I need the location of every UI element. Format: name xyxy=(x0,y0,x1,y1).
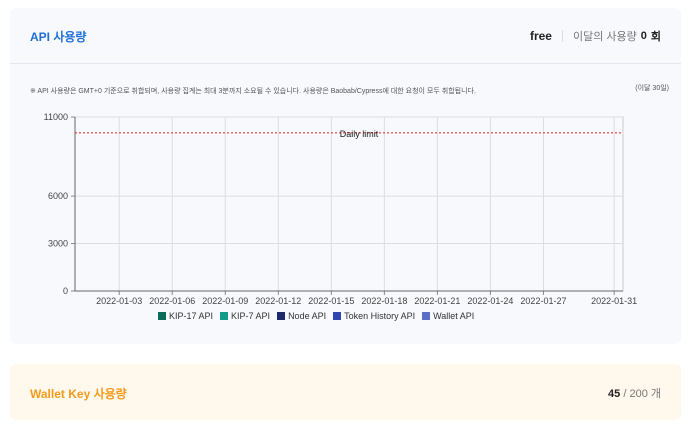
wallet-key-title: Wallet Key 사용량 xyxy=(30,387,127,401)
y-tick-label: 6000 xyxy=(48,191,68,201)
legend-swatch xyxy=(277,312,286,320)
chart-legend: KIP-17 API KIP-7 API Node API Token History… xyxy=(158,311,474,321)
legend-label: KIP-17 API xyxy=(169,311,214,321)
x-tick-label: 2022-01-27 xyxy=(520,296,566,306)
y-tick-label: 0 xyxy=(63,286,68,296)
legend-item[interactable]: Node API xyxy=(277,311,326,321)
wallet-key-used: 45 xyxy=(608,388,621,400)
x-tick-label: 2022-01-24 xyxy=(467,296,513,306)
legend-item[interactable]: Token History API xyxy=(333,311,415,321)
legend-label: Token History API xyxy=(344,311,416,321)
x-tick-label: 2022-01-21 xyxy=(414,296,460,306)
x-tick-label: 2022-01-03 xyxy=(96,296,142,306)
daily-limit-label: Daily limit xyxy=(340,129,379,139)
x-tick-label: 2022-01-31 xyxy=(591,296,637,306)
plot-area xyxy=(74,116,624,292)
legend-item[interactable]: KIP-7 API xyxy=(220,311,270,321)
y-tick-label: 11000 xyxy=(44,112,68,122)
wallet-key-card: Wallet Key 사용량 45 / 200 개 xyxy=(10,364,681,420)
x-tick-label: 2022-01-12 xyxy=(255,296,301,306)
x-tick-label: 2022-01-09 xyxy=(202,296,248,306)
legend-item[interactable]: Wallet API xyxy=(422,311,474,321)
legend-swatch xyxy=(422,312,431,320)
legend-swatch xyxy=(220,312,229,320)
legend-swatch xyxy=(333,312,342,320)
x-tick-label: 2022-01-06 xyxy=(149,296,195,306)
y-tick-label: 3000 xyxy=(48,239,68,249)
x-tick-label: 2022-01-18 xyxy=(361,296,407,306)
wallet-key-limit: / 200 개 xyxy=(623,388,661,400)
legend-swatch xyxy=(158,312,166,320)
legend-item[interactable]: KIP-17 API xyxy=(158,311,213,321)
x-tick-label: 2022-01-15 xyxy=(308,296,354,306)
legend-label: Wallet API xyxy=(433,311,475,321)
legend-label: KIP-7 API xyxy=(231,311,271,321)
legend-label: Node API xyxy=(288,311,327,321)
